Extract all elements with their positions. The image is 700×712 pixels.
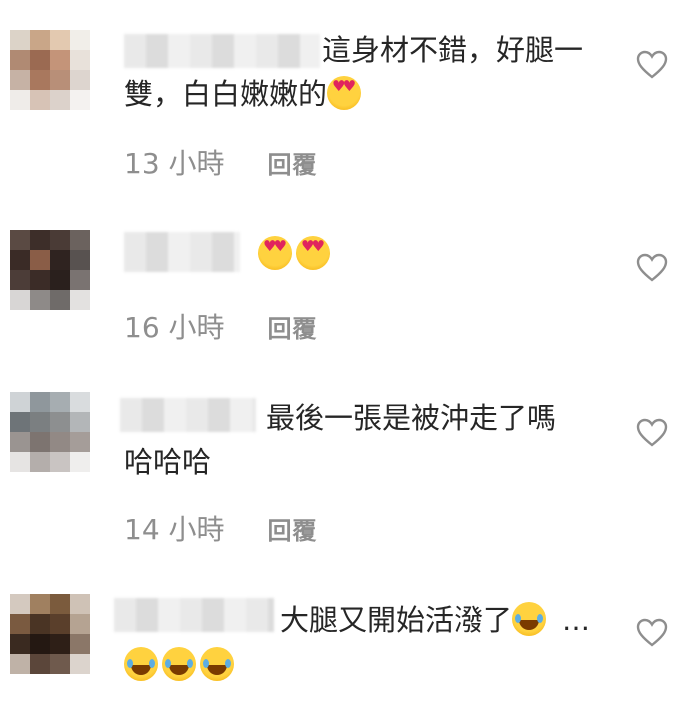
like-heart-icon[interactable] [636, 418, 668, 448]
smiling-face-with-heart-eyes-icon [327, 76, 362, 110]
like-heart-icon[interactable] [636, 618, 668, 648]
more-icon[interactable]: … [562, 604, 593, 637]
comment-text: 大腿又開始活潑了… [124, 598, 644, 687]
comment-text [124, 232, 624, 276]
comment-text: 最後一張是被沖走了嗎 哈哈哈 [124, 401, 557, 479]
smiling-face-with-heart-eyes-icon [258, 236, 292, 270]
like-heart-icon[interactable] [636, 50, 668, 80]
comment-time: 13 小時 [124, 147, 225, 180]
comment-meta: 16 小時 回覆 [124, 306, 317, 346]
avatar[interactable] [10, 230, 90, 310]
comment-time: 16 小時 [124, 311, 225, 344]
face-with-tears-of-joy-icon [200, 647, 234, 681]
reply-button[interactable]: 回覆 [267, 517, 317, 545]
avatar[interactable] [10, 392, 90, 472]
comment-meta: 14 小時 回覆 [124, 508, 317, 548]
smiling-face-with-heart-eyes-icon [296, 236, 330, 270]
reply-button[interactable]: 回覆 [267, 315, 317, 343]
avatar[interactable] [10, 594, 90, 674]
avatar[interactable] [10, 30, 90, 110]
comment-text: 這身材不錯，好腿一 雙，白白嫩嫩的 [124, 28, 624, 116]
comment-meta: 13 小時 回覆 [124, 142, 317, 182]
comment-time: 14 小時 [124, 513, 225, 546]
face-with-tears-of-joy-icon [124, 647, 158, 681]
face-with-tears-of-joy-icon [162, 647, 196, 681]
like-heart-icon[interactable] [636, 253, 668, 283]
face-with-tears-of-joy-icon [512, 602, 547, 636]
reply-button[interactable]: 回覆 [267, 151, 317, 179]
